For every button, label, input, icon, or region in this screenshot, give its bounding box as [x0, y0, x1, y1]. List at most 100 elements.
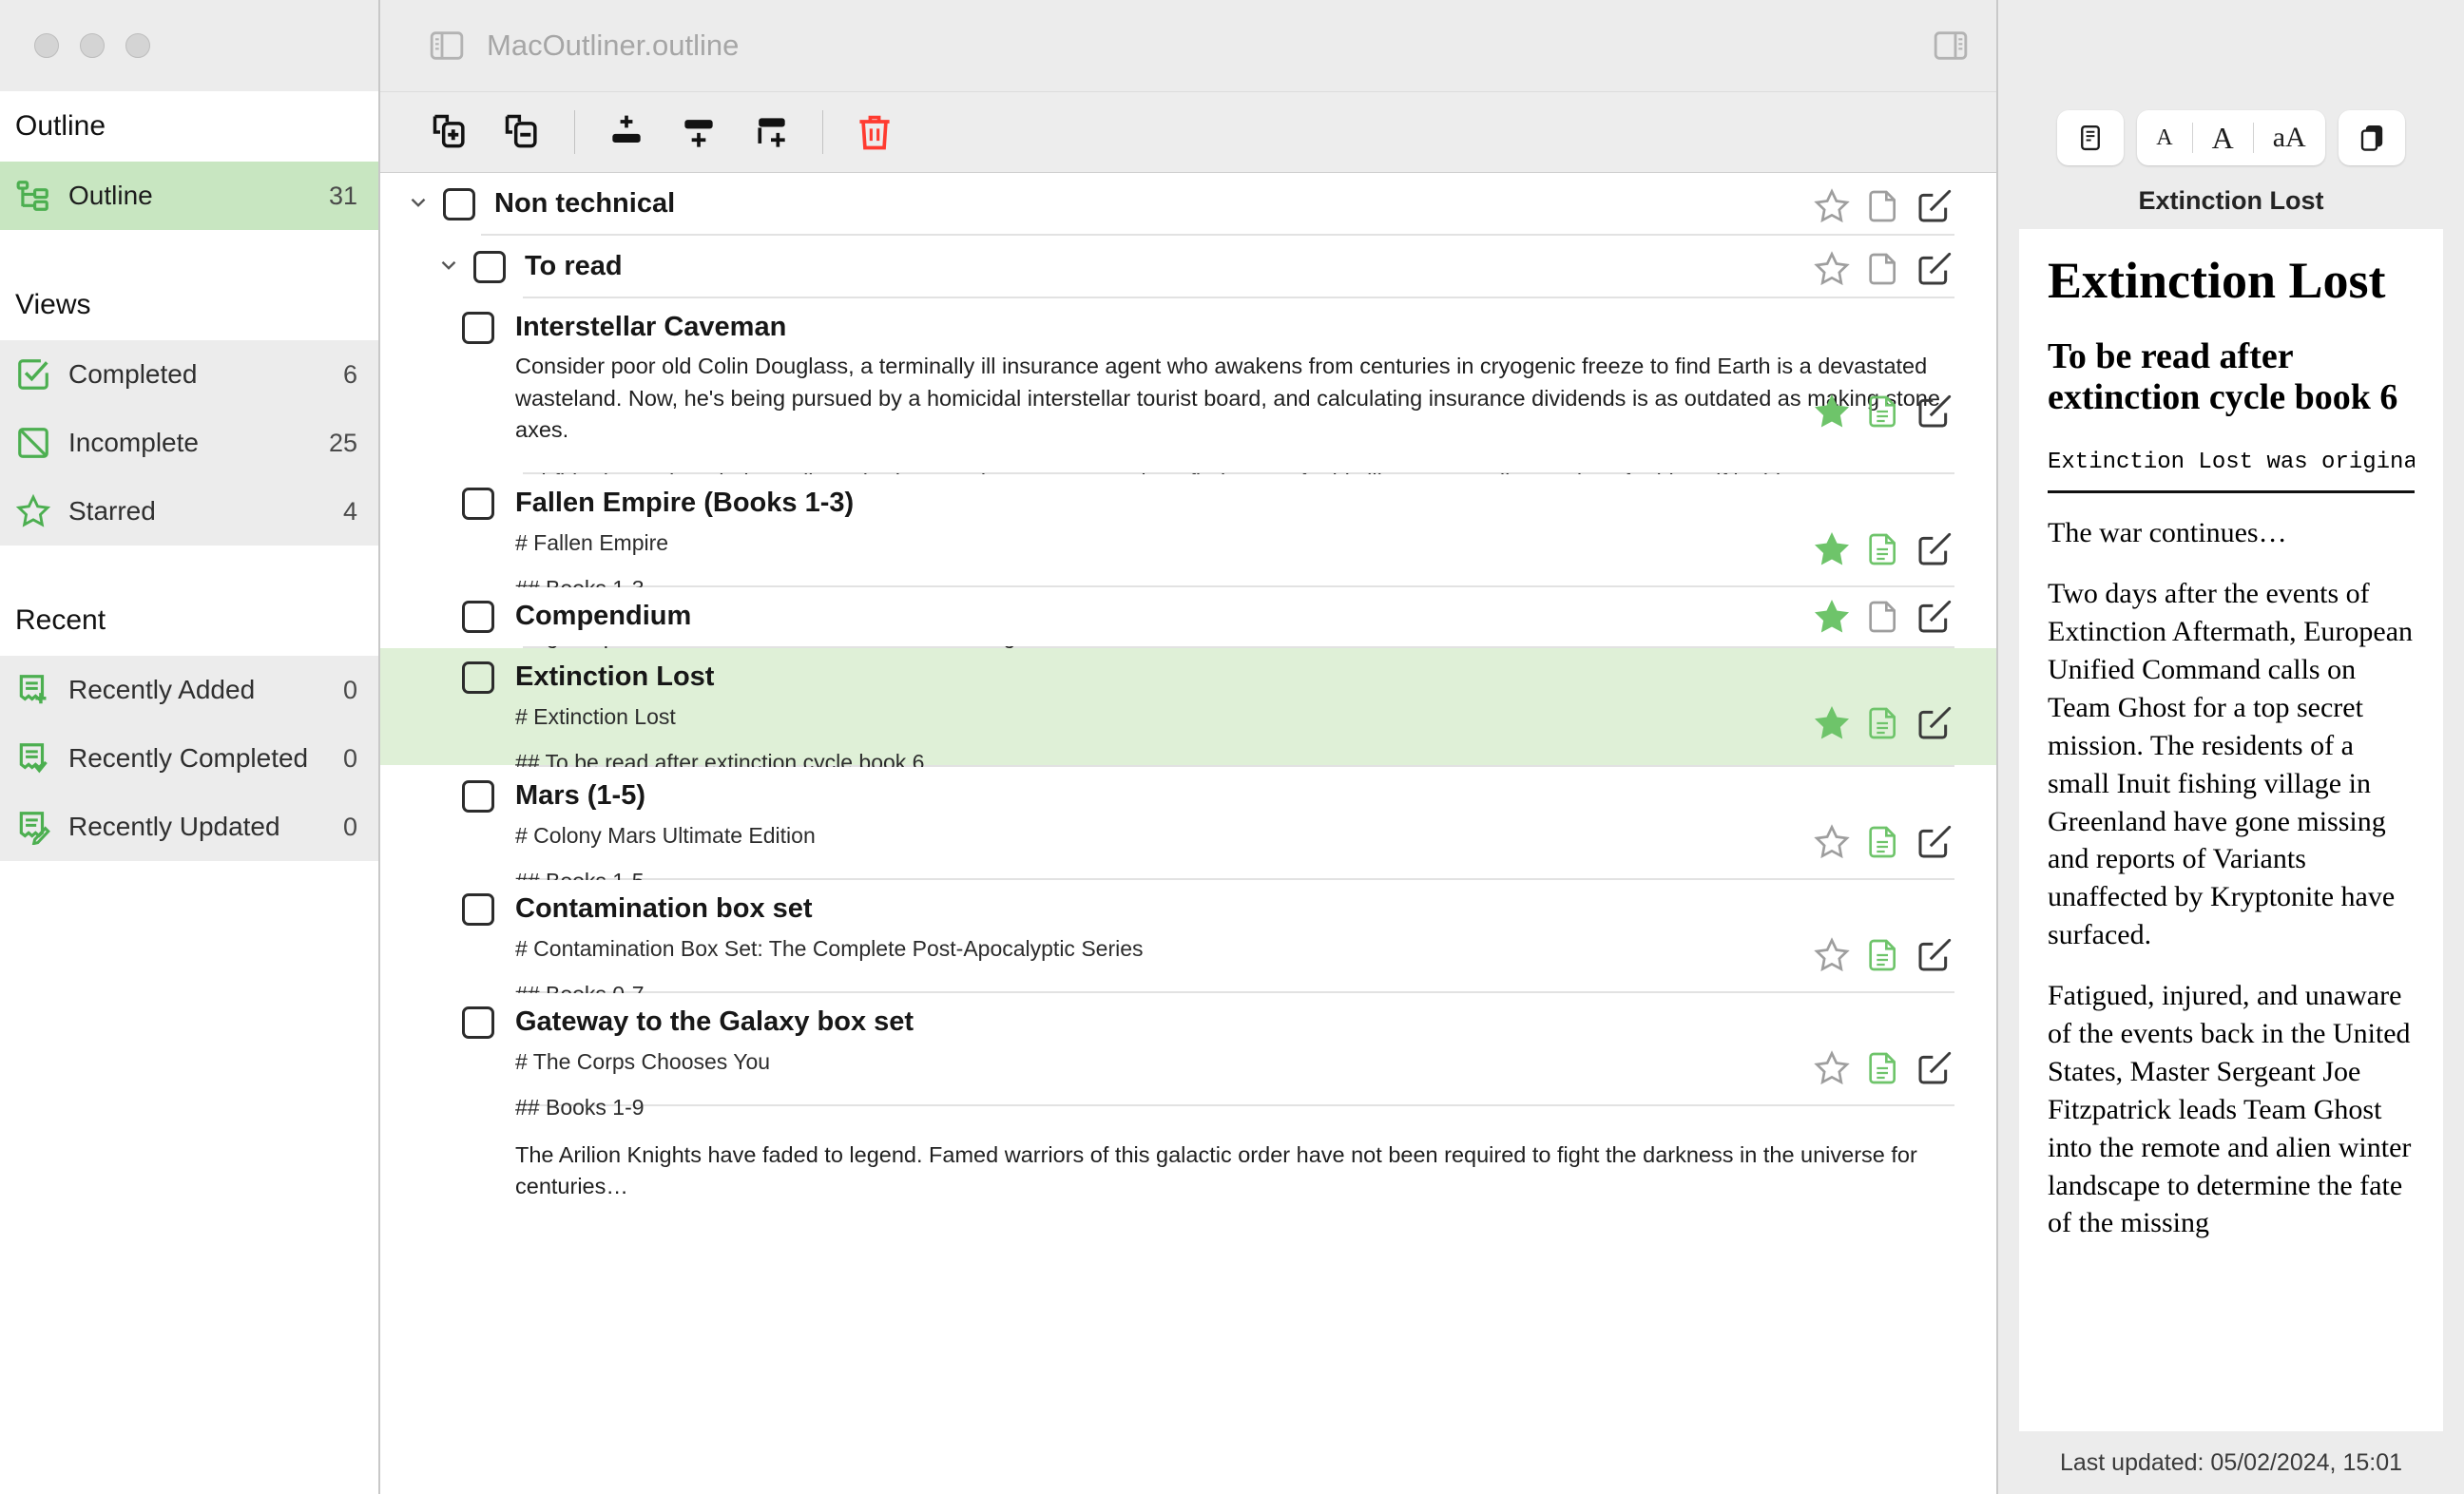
sidebar-section-header-outline: Outline	[0, 91, 378, 162]
note-icon[interactable]	[1863, 529, 1903, 569]
note-plus-icon	[15, 672, 51, 708]
star-icon[interactable]	[1812, 597, 1852, 637]
star-icon[interactable]	[1812, 186, 1852, 226]
note-icon[interactable]	[1863, 935, 1903, 975]
row-checkbox[interactable]	[462, 601, 494, 633]
sidebar-section-header-views: Views	[0, 270, 378, 340]
row-title: Interstellar Caveman	[515, 312, 787, 342]
sidebar-item-incomplete[interactable]: Incomplete 25	[0, 409, 378, 477]
star-icon[interactable]	[1812, 703, 1852, 743]
edit-icon[interactable]	[1915, 935, 1954, 975]
row-checkbox[interactable]	[462, 1006, 494, 1039]
row-checkbox[interactable]	[462, 893, 494, 926]
preview-document[interactable]: Extinction Lost To be read after extinct…	[2019, 229, 2443, 1431]
row-subtitle: # The Corps Chooses You	[515, 1049, 771, 1075]
preview-divider	[2048, 490, 2415, 494]
table-row[interactable]: Gateway to the Galaxy box set # The Corp…	[380, 993, 1996, 1198]
table-row[interactable]: Mars (1-5) # Colony Mars Ultimate Editio…	[380, 767, 1996, 972]
star-icon[interactable]	[1812, 529, 1852, 569]
close-window-button[interactable]	[34, 33, 59, 58]
font-size-small-button[interactable]: A	[2137, 110, 2191, 165]
incomplete-box-icon	[15, 425, 51, 461]
note-icon[interactable]	[1863, 597, 1903, 637]
row-subtitle-2: ## Books 1-9	[515, 1095, 645, 1120]
copy-button[interactable]	[2338, 110, 2405, 165]
note-icon[interactable]	[1863, 186, 1903, 226]
sidebar-item-recently-updated[interactable]: Recently Updated 0	[0, 793, 378, 861]
star-icon[interactable]	[1812, 1048, 1852, 1088]
note-icon[interactable]	[1863, 249, 1903, 289]
window-titlebar-left	[0, 0, 378, 91]
note-icon[interactable]	[1863, 1048, 1903, 1088]
sidebar-item-completed[interactable]: Completed 6	[0, 340, 378, 409]
chevron-down-icon[interactable]	[432, 251, 466, 278]
sidebar-item-label: Recently Completed	[68, 743, 309, 773]
font-size-segmented-control[interactable]: A A aA	[2137, 110, 2325, 165]
app-window: Outline Outline 31 Views Completed 6 Inc…	[0, 0, 2464, 1494]
sidebar-item-count: 0	[342, 743, 357, 773]
table-row[interactable]: Extinction Lost # Extinction Lost ## To …	[380, 648, 1996, 853]
sidebar-item-count: 6	[342, 359, 357, 389]
note-view-icon[interactable]	[2057, 110, 2124, 165]
row-checkbox[interactable]	[462, 780, 494, 813]
font-size-large-button[interactable]: aA	[2254, 110, 2325, 165]
zoom-window-button[interactable]	[125, 33, 150, 58]
sidebar-toggle-icon[interactable]	[428, 27, 466, 65]
table-row[interactable]: Compendium	[380, 587, 1996, 646]
row-title: Fallen Empire (Books 1-3)	[515, 488, 855, 518]
star-icon[interactable]	[1812, 392, 1852, 431]
edit-icon[interactable]	[1915, 1048, 1954, 1088]
delete-row-button[interactable]	[838, 104, 911, 161]
remove-row-button[interactable]	[487, 104, 559, 161]
copy-icon[interactable]	[2339, 110, 2405, 165]
row-note-text: Consider poor old Colin Douglass, a term…	[515, 354, 1940, 443]
add-row-above-button[interactable]	[590, 104, 663, 161]
edit-icon[interactable]	[1915, 822, 1954, 862]
preview-title: Extinction Lost	[2138, 186, 2324, 215]
sidebar-item-starred[interactable]: Starred 4	[0, 477, 378, 546]
star-icon[interactable]	[1812, 935, 1852, 975]
sidebar-item-label: Recently Updated	[68, 812, 280, 841]
minimize-window-button[interactable]	[80, 33, 105, 58]
sidebar-item-count: 0	[342, 812, 357, 841]
row-checkbox[interactable]	[462, 312, 494, 344]
star-icon[interactable]	[1812, 822, 1852, 862]
row-title: Extinction Lost	[515, 661, 715, 692]
sidebar-item-label: Outline	[68, 181, 153, 210]
edit-icon[interactable]	[1915, 529, 1954, 569]
note-icon[interactable]	[1863, 392, 1903, 431]
row-checkbox[interactable]	[462, 488, 494, 520]
table-row[interactable]: Interstellar Caveman Consider poor old C…	[380, 298, 1996, 533]
preview-toolbar: A A aA	[1998, 0, 2464, 165]
table-row[interactable]: Non technical	[380, 173, 1996, 234]
star-icon[interactable]	[1812, 249, 1852, 289]
chevron-down-icon[interactable]	[401, 188, 435, 215]
add-row-below-button[interactable]	[663, 104, 735, 161]
table-row[interactable]: To read	[380, 236, 1996, 297]
edit-icon[interactable]	[1915, 186, 1954, 226]
sidebar-item-recently-added[interactable]: Recently Added 0	[0, 656, 378, 724]
sidebar-item-outline[interactable]: Outline 31	[0, 162, 378, 230]
row-checkbox[interactable]	[462, 661, 494, 694]
row-title: Compendium	[515, 601, 692, 631]
preview-last-updated: Last updated: 05/02/2024, 15:01	[1998, 1431, 2464, 1494]
row-subtitle: # Extinction Lost	[515, 704, 676, 730]
note-view-button[interactable]	[2057, 110, 2125, 165]
edit-icon[interactable]	[1915, 249, 1954, 289]
row-checkbox[interactable]	[473, 251, 506, 283]
outline-rows-container[interactable]: Non technical To read Interstellar Cavem…	[380, 173, 1996, 1494]
note-icon[interactable]	[1863, 703, 1903, 743]
edit-icon[interactable]	[1915, 703, 1954, 743]
edit-icon[interactable]	[1915, 392, 1954, 431]
table-row[interactable]: Contamination box set # Contamination Bo…	[380, 880, 1996, 1054]
font-size-medium-button[interactable]: A	[2193, 110, 2253, 165]
add-sibling-row-button[interactable]	[414, 104, 487, 161]
note-icon[interactable]	[1863, 822, 1903, 862]
table-row[interactable]: Fallen Empire (Books 1-3) # Fallen Empir…	[380, 474, 1996, 648]
preview-heading-2: To be read after extinction cycle book 6	[2048, 336, 2398, 417]
row-checkbox[interactable]	[443, 188, 475, 220]
inspector-toggle-icon[interactable]	[1932, 27, 1970, 65]
sidebar-item-recently-completed[interactable]: Recently Completed 0	[0, 724, 378, 793]
edit-icon[interactable]	[1915, 597, 1954, 637]
add-child-row-button[interactable]	[735, 104, 807, 161]
